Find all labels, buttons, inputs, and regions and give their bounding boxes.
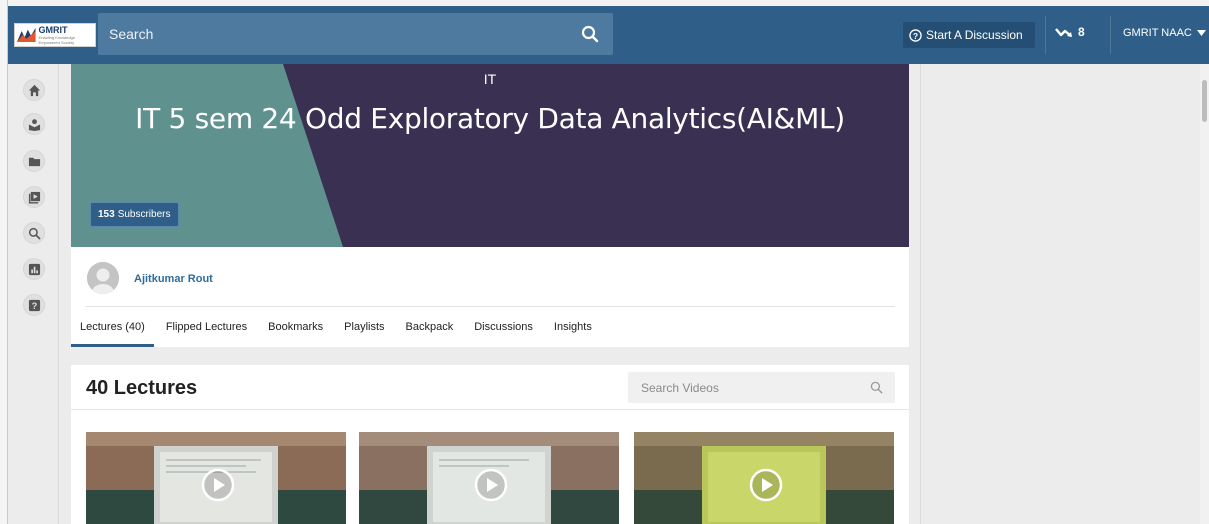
page-scrollbar[interactable]	[1200, 64, 1209, 524]
avatar[interactable]	[87, 262, 119, 294]
logo[interactable]: GMRIT Enabling Knowledge Empowered Socie…	[14, 23, 96, 47]
question-circle-icon: ?	[909, 28, 922, 42]
tab-lectures[interactable]: Lectures (40)	[71, 321, 154, 347]
course-banner: IT IT 5 sem 24 Odd Exploratory Data Anal…	[71, 64, 909, 247]
folder-icon	[28, 157, 40, 166]
svg-text:?: ?	[31, 301, 37, 311]
tab-playlists[interactable]: Playlists	[344, 321, 384, 333]
banner-background	[71, 64, 909, 247]
header-separator	[1110, 16, 1111, 54]
start-discussion-label: Start A Discussion	[926, 28, 1023, 42]
play-icon[interactable]	[201, 468, 235, 502]
logo-subtext: Enabling Knowledge Empowered Society	[38, 34, 76, 45]
search-videos-input[interactable]: Search Videos	[628, 372, 895, 403]
lecture-thumbnail[interactable]	[86, 432, 346, 524]
right-column	[920, 64, 1200, 524]
lectures-header: 40 Lectures Search Videos	[71, 365, 909, 410]
subscribers-count: 153	[98, 209, 115, 220]
trending-button[interactable]: 8	[1055, 25, 1085, 39]
scrollbar-thumb[interactable]	[1202, 80, 1207, 122]
left-sidebar: ?	[9, 64, 59, 524]
author-name-link[interactable]: Ajitkumar Rout	[134, 273, 213, 285]
sidebar-item-learner[interactable]	[23, 113, 45, 135]
home-icon	[28, 84, 40, 96]
tab-backpack[interactable]: Backpack	[406, 321, 454, 333]
global-search-input[interactable]: Search	[98, 13, 613, 55]
search-icon[interactable]	[581, 25, 599, 43]
sidebar-item-folders[interactable]	[23, 150, 45, 172]
trending-count: 8	[1078, 25, 1085, 39]
tab-flipped-lectures[interactable]: Flipped Lectures	[166, 321, 247, 333]
play-icon[interactable]	[749, 468, 783, 502]
search-videos-placeholder: Search Videos	[641, 380, 719, 395]
course-title: IT 5 sem 24 Odd Exploratory Data Analyti…	[135, 102, 845, 135]
tab-insights[interactable]: Insights	[554, 321, 592, 333]
lecture-thumbnail[interactable]	[634, 432, 894, 524]
start-discussion-button[interactable]: ? Start A Discussion	[903, 22, 1035, 48]
user-avatar-icon	[87, 262, 119, 294]
help-icon: ?	[28, 299, 40, 311]
sidebar-item-search[interactable]	[23, 222, 45, 244]
subscribers-label: Subscribers	[117, 209, 171, 220]
sidebar-item-playlists[interactable]	[23, 186, 45, 208]
search-placeholder: Search	[109, 26, 154, 42]
course-category: IT	[483, 71, 497, 87]
tab-discussions[interactable]: Discussions	[474, 321, 533, 333]
course-tabs: Lectures (40) Flipped Lectures Bookmarks…	[71, 321, 613, 347]
lectures-panel: 40 Lectures Search Videos	[71, 365, 909, 524]
top-header: GMRIT Enabling Knowledge Empowered Socie…	[8, 6, 1209, 64]
user-menu[interactable]: GMRIT NAAC	[1123, 27, 1206, 39]
logo-text: GMRIT Enabling Knowledge Empowered Socie…	[38, 25, 95, 45]
course-info-panel: Ajitkumar Rout Lectures (40) Flipped Lec…	[71, 247, 909, 347]
search-icon	[28, 227, 41, 240]
sidebar-item-home[interactable]	[23, 79, 45, 101]
divider	[85, 306, 895, 307]
learner-icon	[28, 118, 40, 131]
playlist-icon	[28, 191, 40, 204]
chevron-down-icon	[1196, 30, 1206, 36]
trending-icon	[1055, 28, 1072, 37]
play-icon[interactable]	[474, 468, 508, 502]
subscribers-badge[interactable]: 153 Subscribers	[90, 202, 179, 227]
search-icon	[870, 381, 883, 394]
lecture-thumbnail[interactable]	[359, 432, 619, 524]
sidebar-item-help[interactable]: ?	[23, 294, 45, 316]
user-menu-label: GMRIT NAAC	[1123, 27, 1192, 39]
header-separator	[1045, 16, 1046, 54]
logo-mark-icon	[17, 28, 36, 42]
insights-icon	[28, 263, 40, 275]
svg-text:?: ?	[913, 30, 918, 40]
sidebar-item-insights[interactable]	[23, 258, 45, 280]
window-edge	[0, 0, 8, 524]
lectures-heading: 40 Lectures	[86, 377, 198, 399]
tab-bookmarks[interactable]: Bookmarks	[268, 321, 323, 333]
